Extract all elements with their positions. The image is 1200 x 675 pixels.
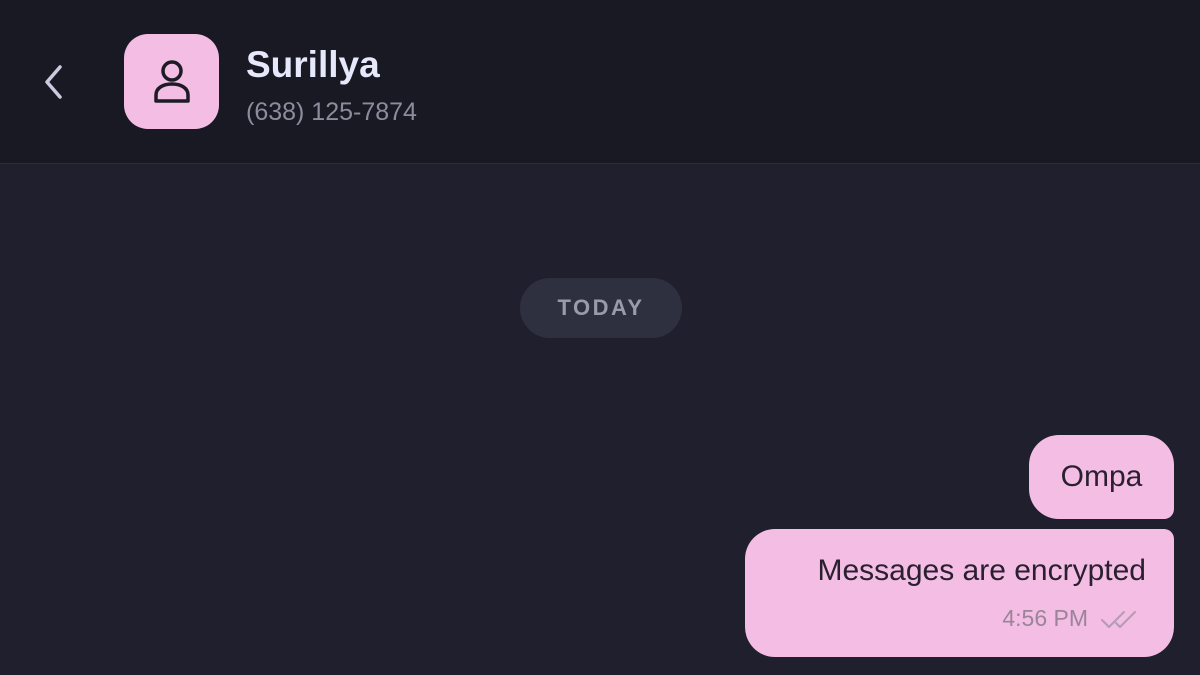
chevron-left-icon bbox=[45, 65, 62, 99]
back-button[interactable] bbox=[30, 52, 78, 112]
avatar[interactable] bbox=[124, 34, 219, 129]
double-check-icon bbox=[1101, 610, 1136, 628]
message-bubble[interactable]: Messages are encrypted 4:56 PM bbox=[745, 529, 1174, 657]
message-meta: 4:56 PM bbox=[1002, 605, 1148, 632]
message-bubble[interactable]: Ompa bbox=[1029, 435, 1174, 519]
chat-header: Surillya (638) 125-7874 bbox=[0, 0, 1200, 164]
contact-name[interactable]: Surillya bbox=[246, 42, 380, 88]
contact-phone: (638) 125-7874 bbox=[246, 98, 417, 126]
date-divider-label: TODAY bbox=[557, 295, 645, 320]
message-text: Ompa bbox=[1060, 460, 1143, 493]
message-timestamp: 4:56 PM bbox=[1002, 605, 1088, 631]
chat-screen: Surillya (638) 125-7874 TODAY Ompa Messa… bbox=[0, 0, 1200, 675]
message-text: Messages are encrypted bbox=[817, 554, 1146, 587]
person-icon bbox=[153, 59, 190, 103]
date-divider: TODAY bbox=[520, 278, 682, 338]
